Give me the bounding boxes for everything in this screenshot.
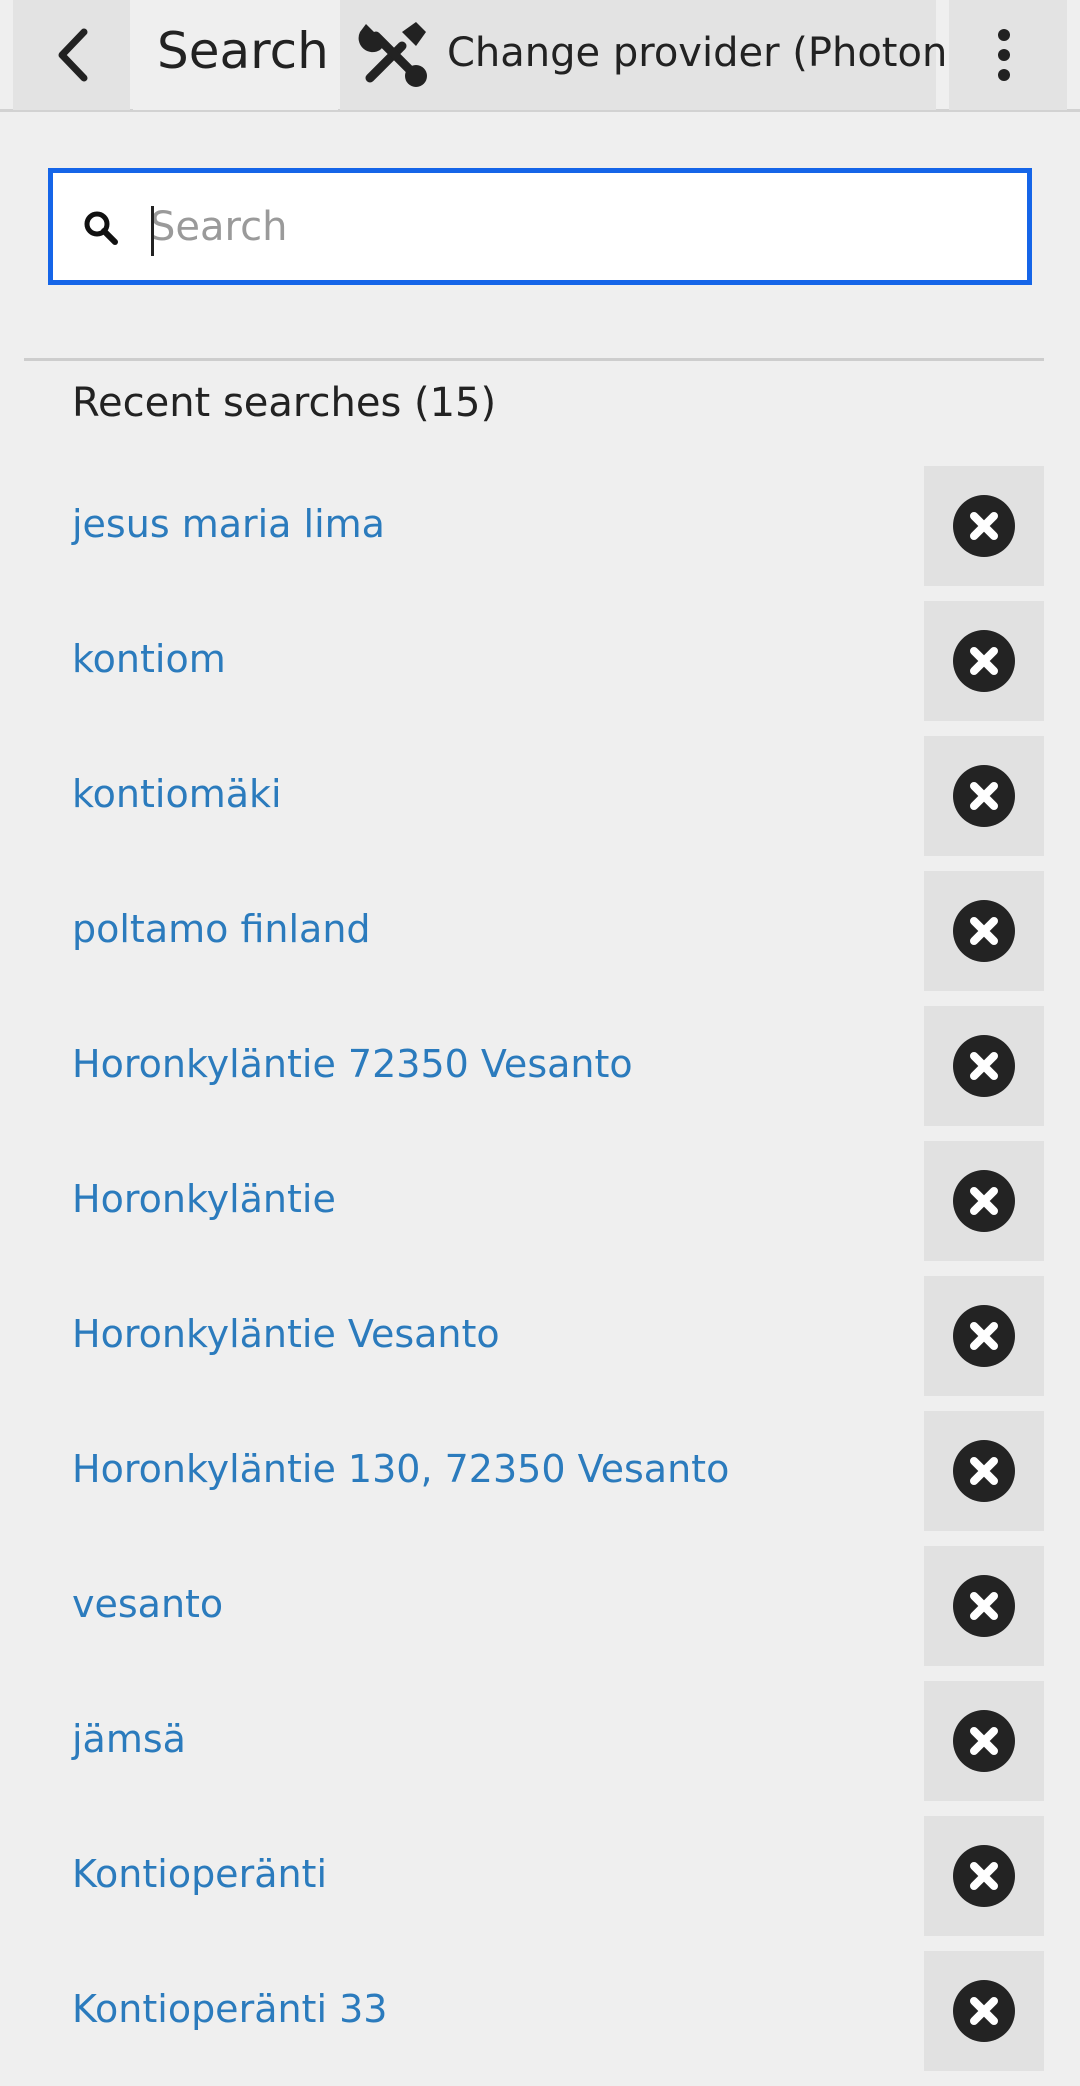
remove-recent-button[interactable] <box>924 736 1044 856</box>
recent-search-link[interactable]: Kontioperänti 33 <box>72 1987 387 2031</box>
remove-recent-button[interactable] <box>924 1411 1044 1531</box>
more-vertical-icon <box>998 29 1010 81</box>
divider <box>24 358 1044 361</box>
list-item: jämsä <box>0 1681 1080 1816</box>
close-circle-icon <box>953 495 1015 557</box>
change-provider-label: Change provider (Photon) <box>447 30 963 76</box>
page-title-box: Search <box>133 0 338 110</box>
remove-recent-button[interactable] <box>924 871 1044 991</box>
overflow-menu-button[interactable] <box>949 0 1067 110</box>
recent-search-link[interactable]: kontiomäki <box>72 772 282 816</box>
remove-recent-button[interactable] <box>924 1141 1044 1261</box>
list-item: poltamo finland <box>0 871 1080 1006</box>
list-item: Horonkyläntie Vesanto <box>0 1276 1080 1411</box>
recent-search-link[interactable]: Horonkyläntie Vesanto <box>72 1312 500 1356</box>
close-circle-icon <box>953 765 1015 827</box>
remove-recent-button[interactable] <box>924 1276 1044 1396</box>
recent-search-link[interactable]: kontiom <box>72 637 226 681</box>
close-circle-icon <box>953 1305 1015 1367</box>
recent-searches-list: jesus maria lima kontiom kontiomäki polt… <box>0 466 1080 2086</box>
tools-icon <box>358 22 427 87</box>
change-provider-button[interactable]: Change provider (Photon) <box>340 0 963 110</box>
close-circle-icon <box>953 1845 1015 1907</box>
recent-search-link[interactable]: Kontioperänti <box>72 1852 327 1896</box>
recent-search-link[interactable]: Horonkyläntie 72350 Vesanto <box>72 1042 633 1086</box>
recent-search-link[interactable]: Horonkyläntie 130, 72350 Vesanto <box>72 1447 729 1491</box>
list-item: vesanto <box>0 1546 1080 1681</box>
recent-search-link[interactable]: vesanto <box>72 1582 223 1626</box>
text-caret <box>151 206 154 256</box>
list-item: Horonkyläntie 72350 Vesanto <box>0 1006 1080 1141</box>
search-input[interactable] <box>150 199 1010 255</box>
recent-search-link[interactable]: jämsä <box>72 1717 186 1761</box>
close-circle-icon <box>953 630 1015 692</box>
back-button[interactable] <box>13 0 130 110</box>
list-item: kontiomäki <box>0 736 1080 871</box>
recent-search-link[interactable]: poltamo finland <box>72 907 371 951</box>
page-title: Search <box>157 22 329 80</box>
remove-recent-button[interactable] <box>924 1816 1044 1936</box>
close-circle-icon <box>953 1440 1015 1502</box>
close-circle-icon <box>953 1035 1015 1097</box>
close-circle-icon <box>953 1980 1015 2042</box>
close-circle-icon <box>953 1710 1015 1772</box>
remove-recent-button[interactable] <box>924 1951 1044 2071</box>
list-item: Kontioperänti 33 <box>0 1951 1080 2086</box>
remove-recent-button[interactable] <box>924 1006 1044 1126</box>
chevron-left-icon <box>58 28 88 82</box>
recent-search-link[interactable]: Horonkyläntie <box>72 1177 336 1221</box>
recent-searches-heading: Recent searches (15) <box>72 380 497 426</box>
list-item: kontiom <box>0 601 1080 736</box>
close-circle-icon <box>953 900 1015 962</box>
list-item: Horonkyläntie 130, 72350 Vesanto <box>0 1411 1080 1546</box>
remove-recent-button[interactable] <box>924 1681 1044 1801</box>
list-item: Horonkyläntie <box>0 1141 1080 1276</box>
remove-recent-button[interactable] <box>924 601 1044 721</box>
list-item: Kontioperänti <box>0 1816 1080 1951</box>
list-item: jesus maria lima <box>0 466 1080 601</box>
remove-recent-button[interactable] <box>924 466 1044 586</box>
close-circle-icon <box>953 1575 1015 1637</box>
search-field[interactable] <box>48 168 1032 285</box>
app-header: Search Change provider (Photon) <box>0 0 1080 112</box>
remove-recent-button[interactable] <box>924 1546 1044 1666</box>
recent-search-link[interactable]: jesus maria lima <box>72 502 385 546</box>
close-circle-icon <box>953 1170 1015 1232</box>
search-icon <box>84 211 118 245</box>
